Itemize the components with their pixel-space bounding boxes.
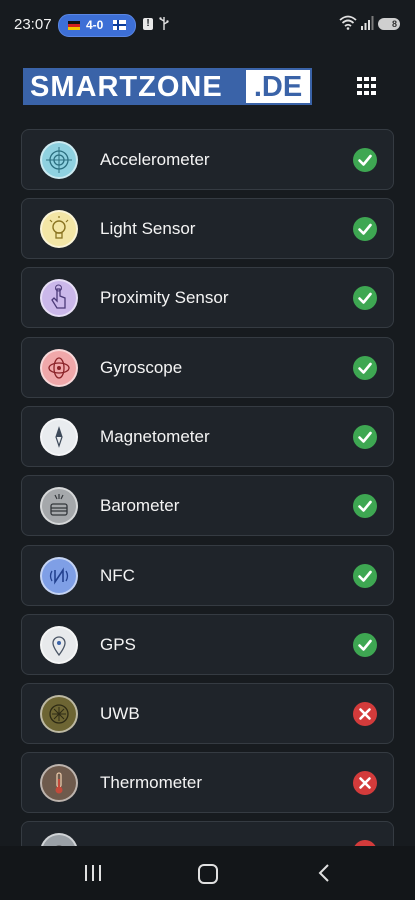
sensor-card-proximity-sensor[interactable]: Proximity Sensor <box>21 267 394 328</box>
sensor-card-light-sensor[interactable]: Light Sensor <box>21 198 394 259</box>
battery-level: 8 <box>391 19 397 29</box>
logo-tld-text: .DE <box>253 71 303 103</box>
gyroscope-icon <box>40 349 78 387</box>
status-check-icon <box>353 148 377 172</box>
gps-icon <box>40 626 78 664</box>
live-score-badge[interactable]: 4-0 <box>58 14 136 37</box>
finland-flag-icon <box>113 20 126 30</box>
sensor-label: Magnetometer <box>100 427 210 446</box>
status-bar: 23:07 4-0 ! 8 <box>0 0 415 48</box>
sensor-card-magnetometer[interactable]: Magnetometer <box>21 406 394 467</box>
status-check-icon <box>353 425 377 449</box>
sensor-card-barometer[interactable]: Barometer <box>21 475 394 536</box>
sensor-card-gps[interactable]: GPS <box>21 614 394 675</box>
smartzone-logo[interactable]: SMARTZONE .DE <box>23 68 312 105</box>
thermometer-icon <box>40 764 78 802</box>
grid-menu-icon[interactable] <box>357 77 377 95</box>
signal-icon <box>361 16 374 30</box>
sensor-label: GPS <box>100 635 136 654</box>
sensor-card-accelerometer[interactable]: Accelerometer <box>21 129 394 190</box>
status-cross-icon <box>353 771 377 795</box>
status-check-icon <box>353 564 377 588</box>
sensor-label: Proximity Sensor <box>100 288 229 307</box>
sensor-label: Light Sensor <box>100 219 196 238</box>
sensor-label: UWB <box>100 704 140 723</box>
status-check-icon <box>353 217 377 241</box>
back-icon[interactable] <box>318 864 330 882</box>
nfc-icon <box>40 557 78 595</box>
score-text: 4-0 <box>86 18 104 32</box>
barometer-icon <box>40 487 78 525</box>
sensor-card-nfc[interactable]: NFC <box>21 545 394 606</box>
germany-flag-icon <box>68 21 80 30</box>
status-check-icon <box>353 356 377 380</box>
screen: 23:07 4-0 ! 8 SMARTZONE .DE Acceleromete… <box>0 0 415 900</box>
status-check-icon <box>353 633 377 657</box>
status-time: 23:07 <box>14 16 52 33</box>
status-check-icon <box>353 286 377 310</box>
logo-main-text: SMARTZONE <box>25 70 246 103</box>
sensor-card-gyroscope[interactable]: Gyroscope <box>21 337 394 398</box>
wifi-icon <box>339 15 357 30</box>
hand-tap-icon <box>40 279 78 317</box>
sensor-label: Thermometer <box>100 773 203 792</box>
sensor-label: Accelerometer <box>100 150 210 169</box>
sensor-card-thermometer[interactable]: Thermometer <box>21 752 394 813</box>
battery-icon: 8 <box>378 18 400 30</box>
sensor-label: Barometer <box>100 496 180 515</box>
sensor-label: Gyroscope <box>100 358 183 377</box>
recent-apps-icon[interactable] <box>84 865 102 881</box>
status-cross-icon <box>353 702 377 726</box>
sensor-card-uwb[interactable]: UWB <box>21 683 394 744</box>
light-bulb-icon <box>40 210 78 248</box>
uwb-icon <box>40 695 78 733</box>
navigation-bar <box>0 846 415 900</box>
alert-icon: ! <box>143 18 153 30</box>
compass-icon <box>40 418 78 456</box>
usb-icon <box>159 17 169 30</box>
sensor-label: NFC <box>100 566 135 585</box>
home-icon[interactable] <box>198 864 218 884</box>
accelerometer-icon <box>40 141 78 179</box>
status-check-icon <box>353 494 377 518</box>
